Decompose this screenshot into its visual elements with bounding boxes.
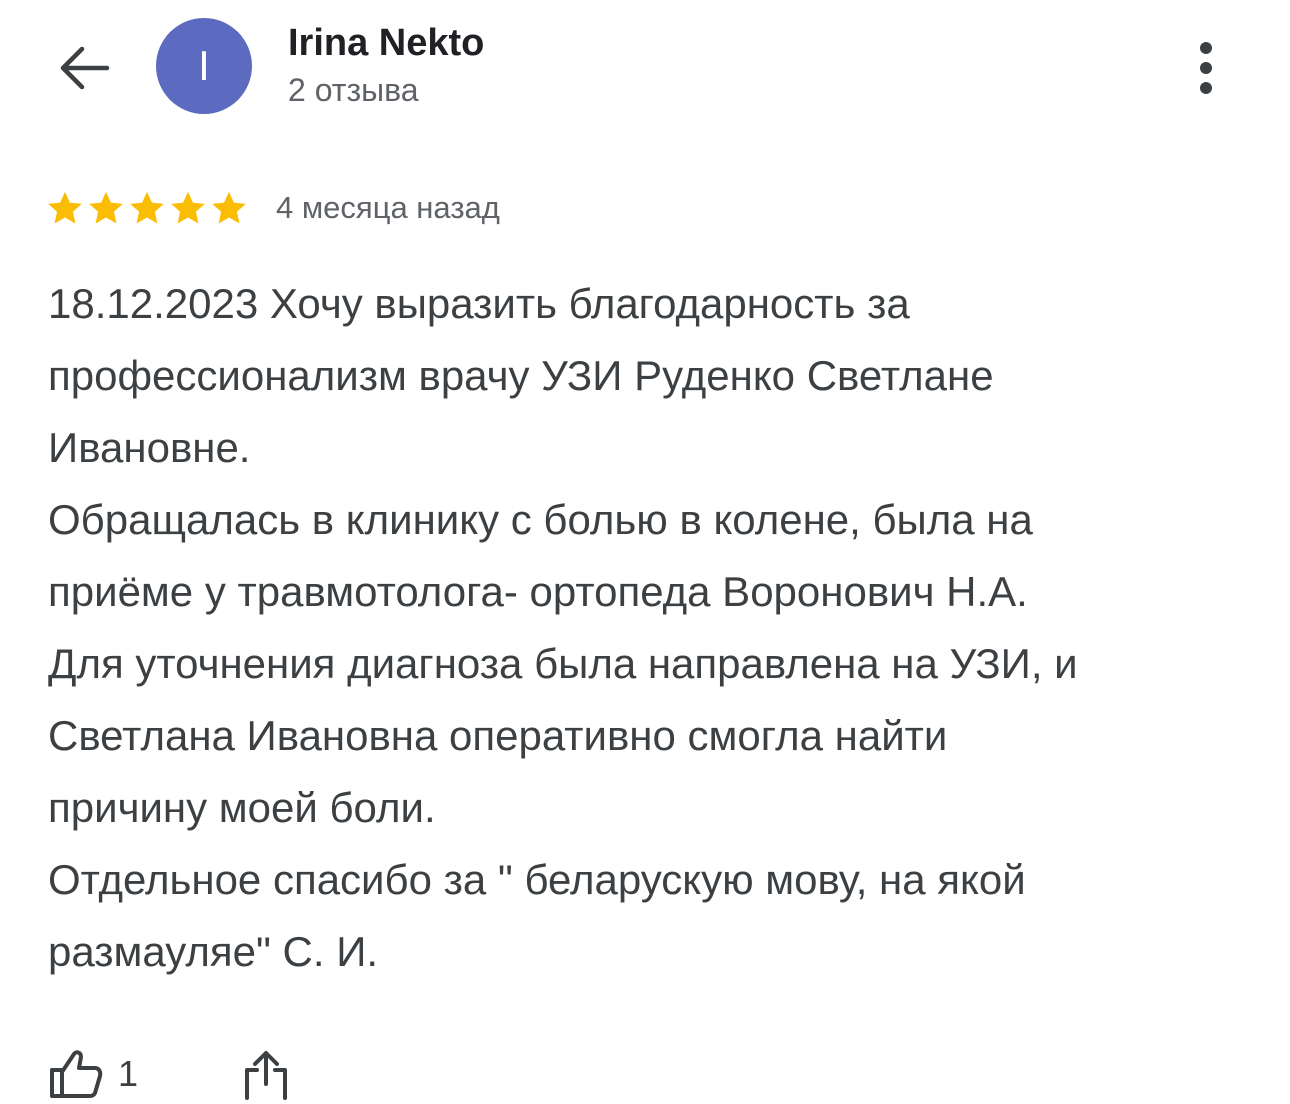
review-count: 2 отзыва [288, 72, 419, 108]
review-actions: 1 [48, 1044, 290, 1104]
thumb-up-icon [50, 1050, 103, 1098]
back-button[interactable] [48, 36, 118, 100]
star-icon [171, 191, 205, 224]
avatar-letter: I [198, 42, 210, 89]
star-icon [212, 191, 246, 224]
like-count: 1 [118, 1053, 139, 1094]
review-text: 18.12.2023 Хочу выразить благодарность з… [48, 268, 1258, 988]
review-text-line: Обращалась в клинику с болью в колене, б… [48, 496, 1033, 543]
more-options-button[interactable] [1180, 36, 1232, 100]
star-rating [46, 189, 248, 227]
review-text-line: приёме у травмотолога- ортопеда Воронови… [48, 568, 1028, 615]
review-text-line: Отдельное спасибо за " беларускую мову, … [48, 856, 1026, 903]
review-text-line: причину моей боли. [48, 784, 436, 831]
star-icon [130, 191, 164, 224]
review-text-line: 18.12.2023 Хочу выразить благодарность з… [48, 280, 910, 327]
like-button[interactable]: 1 [48, 1048, 138, 1100]
arrow-back-icon [60, 46, 110, 90]
review-text-line: Для уточнения диагноза была направлена н… [48, 640, 1078, 687]
review-date: 4 месяца назад [276, 190, 500, 225]
star-icon [89, 191, 123, 224]
star-icon [48, 191, 82, 224]
avatar[interactable]: I [156, 18, 252, 114]
review-text-line: размауляе" С. И. [48, 928, 379, 975]
rating-row: 4 месяца назад [46, 186, 500, 230]
review-text-line: профессионализм врачу УЗИ Руденко Светла… [48, 352, 994, 399]
share-icon [245, 1051, 288, 1100]
review-text-line: Светлана Ивановна оперативно смогла найт… [48, 712, 948, 759]
more-vert-icon [1200, 42, 1212, 94]
review-text-line: Ивановне. [48, 424, 251, 471]
user-name[interactable]: Irina Nekto [288, 22, 484, 65]
share-button[interactable] [242, 1048, 290, 1100]
